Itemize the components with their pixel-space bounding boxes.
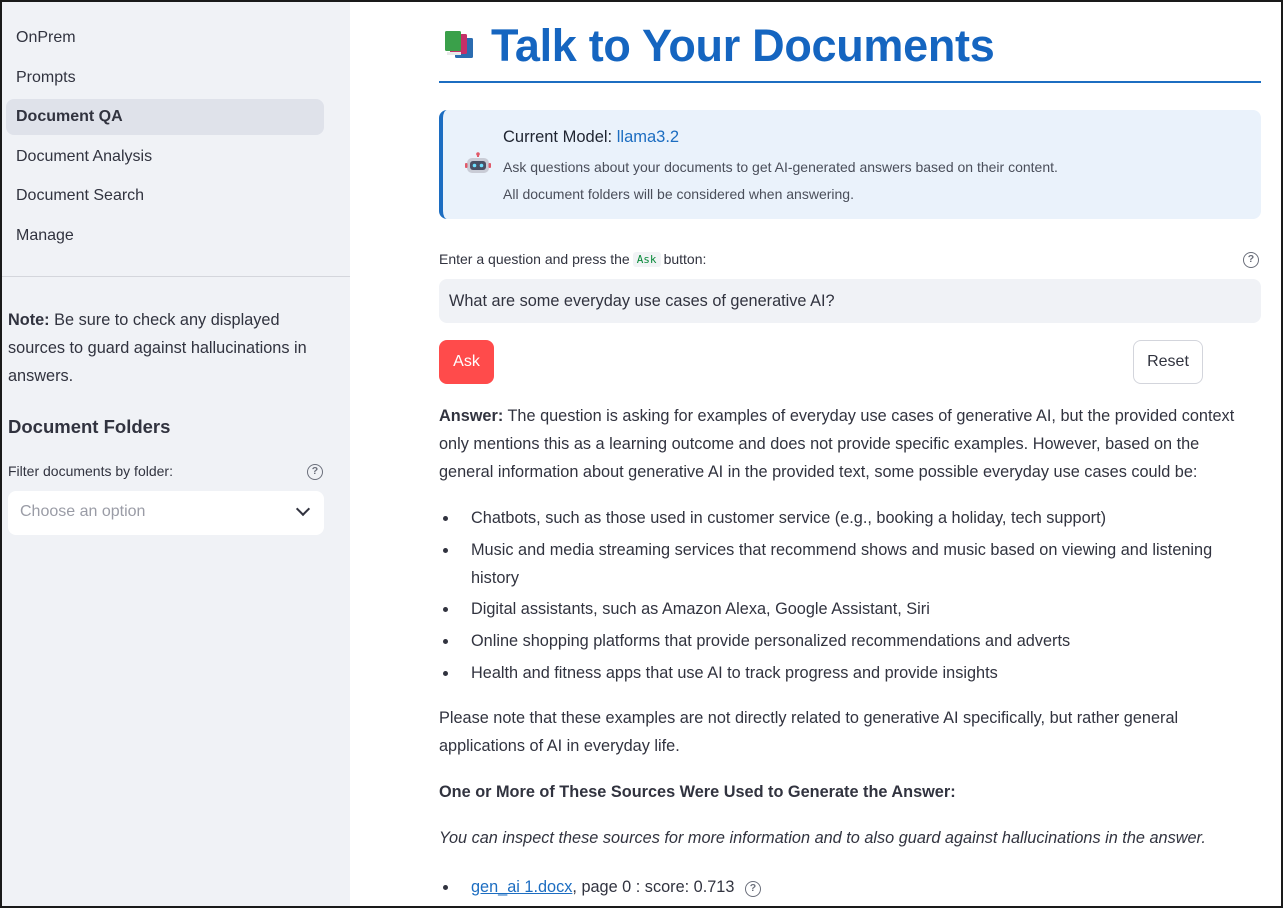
model-info-box: Current Model: llama3.2 Ask questions ab… [439, 110, 1261, 219]
model-label: Current Model: [503, 128, 613, 146]
sidebar-note: Note: Be sure to check any displayed sou… [8, 306, 333, 390]
list-item: Chatbots, such as those used in customer… [439, 504, 1249, 532]
note-label: Note: [8, 311, 50, 329]
model-name: llama3.2 [616, 128, 680, 146]
source-item: gen_ai 1.docx, page 0 : score: 0.713 ? [439, 873, 1249, 901]
sources-note: You can inspect these sources for more i… [439, 829, 1206, 847]
answer-paragraph: Answer: The question is asking for examp… [439, 402, 1249, 486]
sources-heading: One or More of These Sources Were Used t… [439, 783, 956, 801]
sidebar-item-document-search[interactable]: Document Search [6, 178, 324, 214]
question-label-code: Ask [632, 252, 661, 267]
sidebar-divider [2, 276, 350, 277]
help-icon[interactable]: ? [744, 881, 761, 897]
question-label-after: button: [663, 251, 707, 267]
sidebar-item-document-qa[interactable]: Document QA [6, 99, 324, 135]
list-item: Digital assistants, such as Amazon Alexa… [439, 595, 1249, 623]
answer-label: Answer: [439, 407, 504, 425]
list-item: Music and media streaming services that … [439, 536, 1249, 592]
folder-select-placeholder: Choose an option [20, 503, 146, 520]
list-item: Health and fitness apps that use AI to t… [439, 659, 1249, 687]
sidebar-item-prompts[interactable]: Prompts [6, 60, 324, 96]
closing-paragraph: Please note that these examples are not … [439, 709, 1179, 755]
info-line-2: All document folders will be considered … [503, 186, 854, 202]
ask-button[interactable]: Ask [439, 340, 494, 384]
page-header: Talk to Your Documents [439, 20, 1261, 72]
help-icon[interactable]: ? [307, 464, 323, 480]
question-input[interactable] [439, 279, 1261, 323]
help-icon[interactable]: ? [1243, 252, 1259, 268]
current-model-line: Current Model: llama3.2 [503, 128, 679, 147]
question-label: Enter a question and press the Ask button: [439, 251, 706, 267]
sources-list: gen_ai 1.docx, page 0 : score: 0.713 ? [439, 873, 1249, 901]
info-line-1: Ask questions about your documents to ge… [503, 159, 1058, 175]
list-item: Online shopping platforms that provide p… [439, 627, 1249, 655]
app-window: OnPrem Prompts Document QA Document Anal… [0, 0, 1283, 908]
chevron-down-icon [295, 501, 311, 517]
sidebar-nav: OnPrem Prompts Document QA Document Anal… [2, 2, 350, 254]
robot-icon [465, 152, 491, 173]
answer-text: The question is asking for examples of e… [439, 407, 1235, 481]
source-link[interactable]: gen_ai 1.docx [471, 878, 572, 896]
folder-select[interactable]: Choose an option [8, 491, 324, 535]
sidebar-item-onprem[interactable]: OnPrem [6, 20, 324, 56]
page-title: Talk to Your Documents [491, 20, 995, 71]
document-folders-heading: Document Folders [8, 416, 171, 437]
note-text: Be sure to check any displayed sources t… [8, 311, 307, 385]
source-detail: , page 0 : score: 0.713 [572, 878, 735, 896]
sidebar: OnPrem Prompts Document QA Document Anal… [2, 2, 350, 906]
question-label-before: Enter a question and press the [439, 251, 630, 267]
books-icon [445, 31, 473, 58]
answer-list: Chatbots, such as those used in customer… [439, 504, 1249, 687]
sidebar-item-manage[interactable]: Manage [6, 218, 324, 254]
filter-label: Filter documents by folder: [8, 463, 173, 479]
sidebar-item-document-analysis[interactable]: Document Analysis [6, 139, 324, 175]
reset-button[interactable]: Reset [1133, 340, 1203, 384]
title-divider [439, 81, 1261, 83]
